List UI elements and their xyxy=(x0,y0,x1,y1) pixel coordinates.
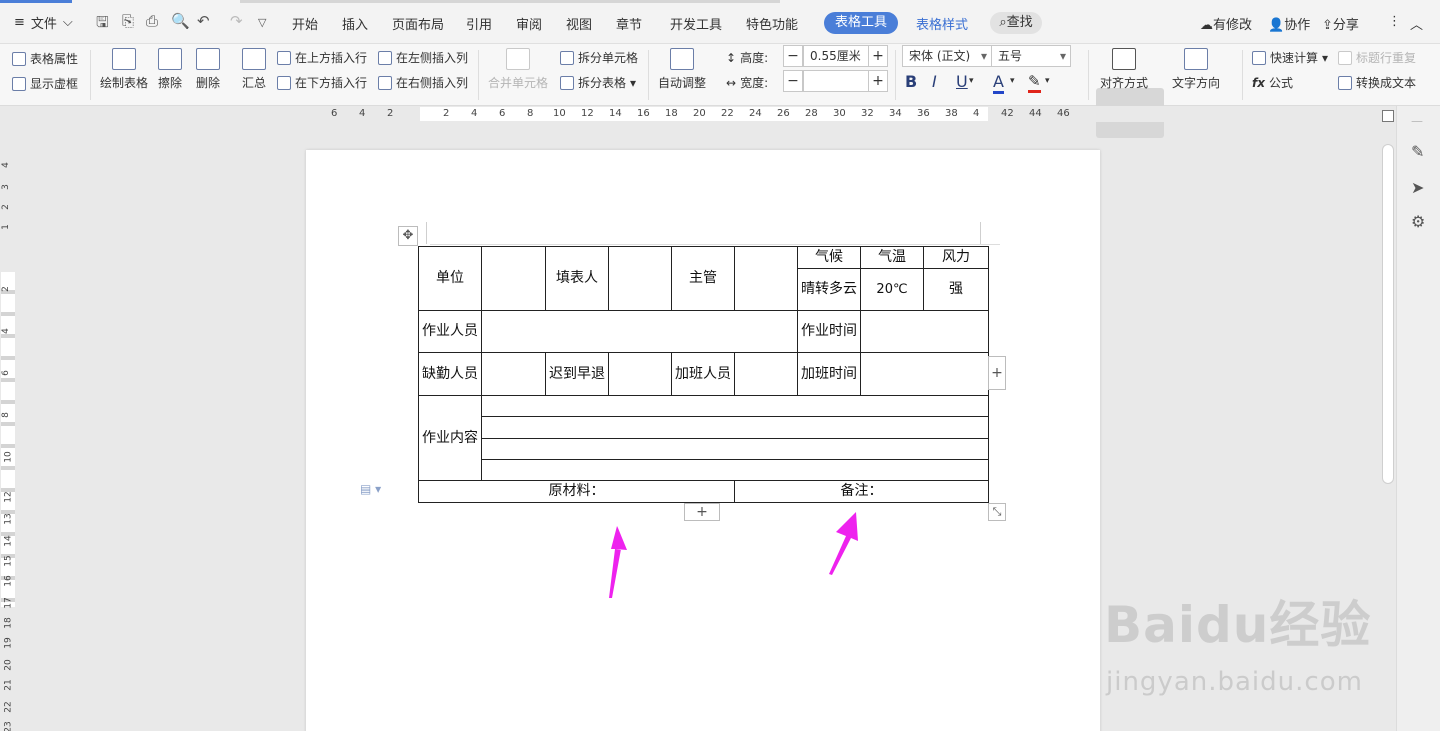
scrollbar-thumb[interactable] xyxy=(1382,144,1394,484)
arrow-to-materials-icon xyxy=(609,526,627,598)
baidu-watermark: Baidu经验 jingyan.baidu.com xyxy=(1104,585,1384,700)
right-sidebar: — ✎ ➤ ⚙ xyxy=(1396,106,1440,731)
pen-icon[interactable]: ✎ xyxy=(1411,142,1424,161)
arrow-to-remarks-icon xyxy=(829,512,858,575)
sliders-icon[interactable]: ⚙ xyxy=(1411,212,1425,231)
watermark-logo: Baidu经验 xyxy=(1104,596,1372,654)
cursor-icon[interactable]: ➤ xyxy=(1411,178,1424,197)
collapse-icon[interactable]: — xyxy=(1411,114,1423,128)
scroll-settings-icon[interactable] xyxy=(1382,110,1394,122)
watermark-url: jingyan.baidu.com xyxy=(1106,667,1363,697)
